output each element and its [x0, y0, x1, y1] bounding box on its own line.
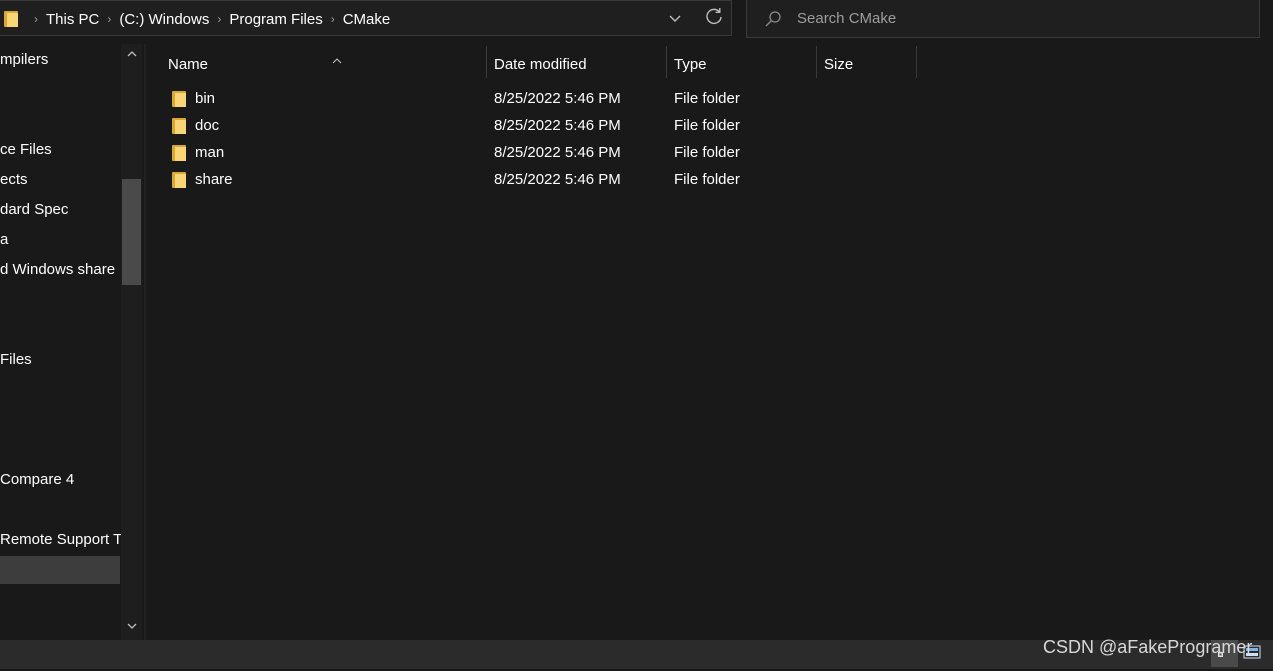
file-row[interactable]: share 8/25/2022 5:46 PM File folder — [146, 167, 946, 194]
file-date: 8/25/2022 5:46 PM — [494, 90, 621, 107]
sort-ascending-icon — [332, 46, 342, 80]
breadcrumb-cmake[interactable]: CMake — [343, 11, 391, 28]
nav-item[interactable]: dard Spec — [0, 198, 68, 222]
file-date: 8/25/2022 5:46 PM — [494, 144, 621, 161]
column-header-size[interactable]: Size — [816, 48, 916, 82]
column-header-date[interactable]: Date modified — [486, 48, 666, 82]
file-list: Name Date modified Type Size bin 8/25/20… — [146, 44, 1273, 640]
nav-item[interactable]: ce Files — [0, 138, 52, 162]
breadcrumb-separator-icon[interactable]: › — [217, 12, 221, 26]
top-bar: › This PC › (C:) Windows › Program Files… — [0, 0, 1273, 44]
file-type: File folder — [674, 90, 740, 107]
file-date: 8/25/2022 5:46 PM — [494, 117, 621, 134]
file-type: File folder — [674, 117, 740, 134]
column-size-label: Size — [824, 56, 854, 73]
scroll-down-icon[interactable] — [121, 620, 142, 636]
file-row[interactable]: bin 8/25/2022 5:46 PM File folder — [146, 86, 946, 113]
search-input[interactable]: Search CMake — [797, 10, 896, 27]
refresh-icon[interactable] — [702, 6, 726, 30]
address-bar[interactable]: › This PC › (C:) Windows › Program Files… — [0, 0, 732, 36]
nav-item[interactable]: Files — [0, 348, 32, 372]
breadcrumb-separator-icon[interactable]: › — [107, 12, 111, 26]
search-box[interactable]: Search CMake — [746, 0, 1260, 38]
nav-scrollbar[interactable] — [121, 44, 142, 640]
folder-icon — [4, 11, 18, 27]
folder-icon — [172, 172, 186, 188]
folder-icon — [172, 118, 186, 134]
nav-item[interactable]: Compare 4 — [0, 468, 74, 492]
file-name[interactable]: man — [195, 144, 224, 161]
folder-icon — [172, 91, 186, 107]
column-date-label: Date modified — [494, 56, 587, 73]
nav-item[interactable]: mpilers — [0, 48, 48, 72]
column-type-label: Type — [674, 56, 707, 73]
breadcrumb-separator-icon[interactable]: › — [331, 12, 335, 26]
nav-item-selected[interactable] — [0, 556, 120, 584]
breadcrumb-this-pc[interactable]: This PC — [46, 11, 99, 28]
chevron-down-icon[interactable] — [666, 11, 684, 29]
file-name[interactable]: share — [195, 171, 233, 188]
file-type: File folder — [674, 171, 740, 188]
nav-item[interactable]: a — [0, 228, 8, 252]
scroll-up-icon[interactable] — [121, 48, 142, 64]
column-divider[interactable] — [916, 46, 917, 78]
search-icon — [763, 9, 783, 29]
file-row[interactable]: man 8/25/2022 5:46 PM File folder — [146, 140, 946, 167]
column-name-label: Name — [168, 56, 209, 73]
file-date: 8/25/2022 5:46 PM — [494, 171, 621, 188]
navigation-pane: mpilers ce Files ects dard Spec a d Wind… — [0, 44, 142, 640]
breadcrumb-program-files[interactable]: Program Files — [229, 11, 322, 28]
file-name[interactable]: doc — [195, 117, 219, 134]
breadcrumb-c-drive[interactable]: (C:) Windows — [119, 11, 209, 28]
scroll-thumb[interactable] — [122, 179, 141, 285]
breadcrumb-separator-icon[interactable]: › — [34, 12, 38, 26]
column-header-type[interactable]: Type — [666, 48, 816, 82]
nav-item[interactable]: Remote Support Tc — [0, 528, 128, 552]
breadcrumb: › This PC › (C:) Windows › Program Files… — [4, 1, 390, 37]
folder-icon — [172, 145, 186, 161]
file-name[interactable]: bin — [195, 90, 215, 107]
nav-item[interactable]: d Windows share — [0, 258, 115, 282]
watermark-text: CSDN @aFakeProgramer — [1043, 637, 1253, 657]
file-row[interactable]: doc 8/25/2022 5:46 PM File folder — [146, 113, 946, 140]
column-header-name[interactable]: Name — [160, 48, 486, 82]
file-type: File folder — [674, 144, 740, 161]
nav-item[interactable]: ects — [0, 168, 28, 192]
